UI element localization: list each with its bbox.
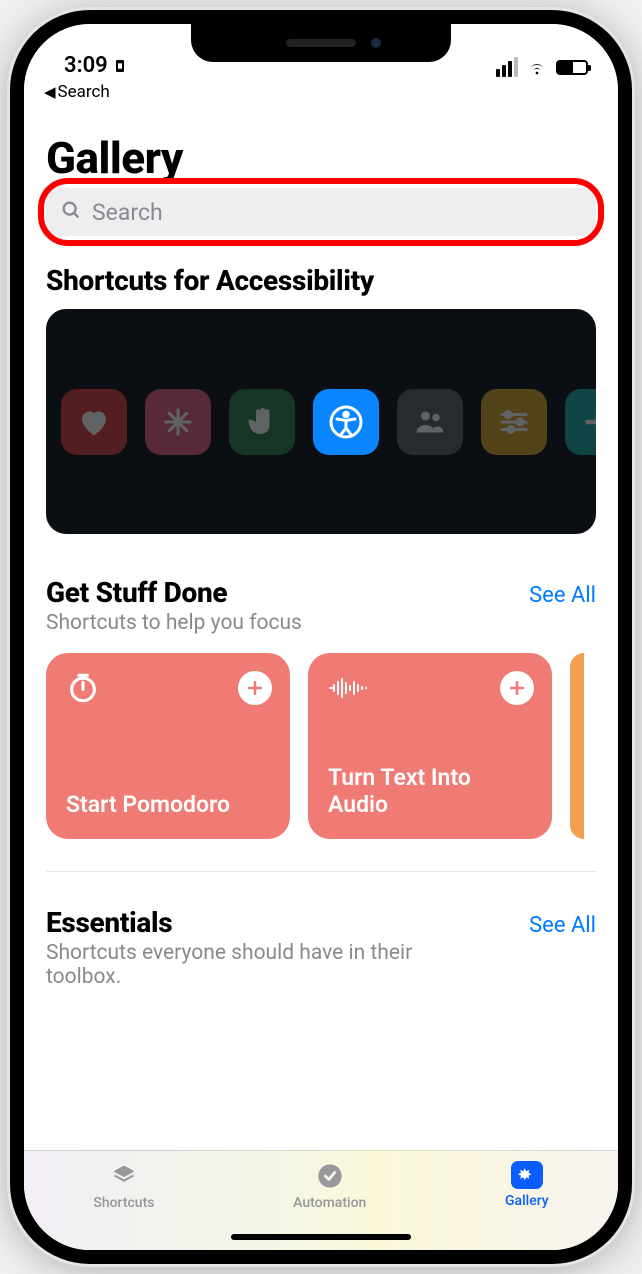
tab-label: Gallery <box>505 1193 549 1209</box>
sliders-icon <box>481 389 547 455</box>
see-all-get-stuff-done[interactable]: See All <box>529 583 596 608</box>
hand-icon <box>229 389 295 455</box>
get-stuff-done-cards: Start Pomodoro Turn Text Into Audio <box>46 653 596 872</box>
sim-icon <box>112 58 128 74</box>
main-content: Gallery Shortcuts for Accessibility <box>24 102 618 1150</box>
see-all-essentials[interactable]: See All <box>529 913 596 938</box>
layers-icon <box>107 1161 141 1191</box>
add-button[interactable] <box>500 671 534 705</box>
status-right <box>496 56 588 78</box>
shortcut-card-title: Turn Text Into Audio <box>328 764 534 819</box>
section-subtitle-essentials: Shortcuts everyone should have in their … <box>46 941 466 989</box>
timer-icon <box>66 671 100 709</box>
cellular-signal-icon <box>496 57 518 77</box>
home-indicator[interactable] <box>231 1234 411 1240</box>
search-input[interactable] <box>46 188 596 236</box>
tab-label: Automation <box>293 1195 366 1211</box>
device-frame: 3:09 ◀ Search Gallery <box>10 10 632 1264</box>
people-icon <box>397 389 463 455</box>
page-title: Gallery <box>46 132 596 184</box>
back-label: Search <box>58 82 110 102</box>
shortcut-card-text-audio[interactable]: Turn Text Into Audio <box>308 653 552 839</box>
tab-automation[interactable]: Automation <box>293 1161 366 1211</box>
accessibility-icon <box>313 389 379 455</box>
tab-gallery[interactable]: Gallery <box>505 1161 549 1209</box>
add-button[interactable] <box>238 671 272 705</box>
shortcut-card-title: Start Pomodoro <box>66 791 272 819</box>
waveform-icon <box>328 671 368 709</box>
battery-icon <box>556 60 588 75</box>
chevron-left-icon: ◀ <box>44 83 56 101</box>
heart-icon <box>61 389 127 455</box>
back-to-search[interactable]: ◀ Search <box>24 80 618 102</box>
clock-check-icon <box>313 1161 347 1191</box>
search-icon <box>60 199 82 225</box>
search-wrap <box>46 188 596 236</box>
section-title-essentials: Essentials <box>46 906 172 939</box>
plus-icon <box>565 389 596 455</box>
asterisk-icon <box>145 389 211 455</box>
tab-shortcuts[interactable]: Shortcuts <box>93 1161 154 1211</box>
shortcut-card-peek[interactable] <box>570 653 584 839</box>
section-title-get-stuff-done: Get Stuff Done <box>46 576 227 609</box>
wifi-icon <box>526 56 548 78</box>
status-time: 3:09 <box>64 53 108 78</box>
device-notch <box>191 24 451 62</box>
accessibility-banner[interactable] <box>46 309 596 534</box>
tab-label: Shortcuts <box>93 1195 154 1211</box>
section-subtitle-get-stuff-done: Shortcuts to help you focus <box>46 611 596 635</box>
shortcut-card-pomodoro[interactable]: Start Pomodoro <box>46 653 290 839</box>
section-title-accessibility: Shortcuts for Accessibility <box>46 264 596 297</box>
gallery-icon <box>511 1161 543 1189</box>
screen: 3:09 ◀ Search Gallery <box>24 24 618 1250</box>
